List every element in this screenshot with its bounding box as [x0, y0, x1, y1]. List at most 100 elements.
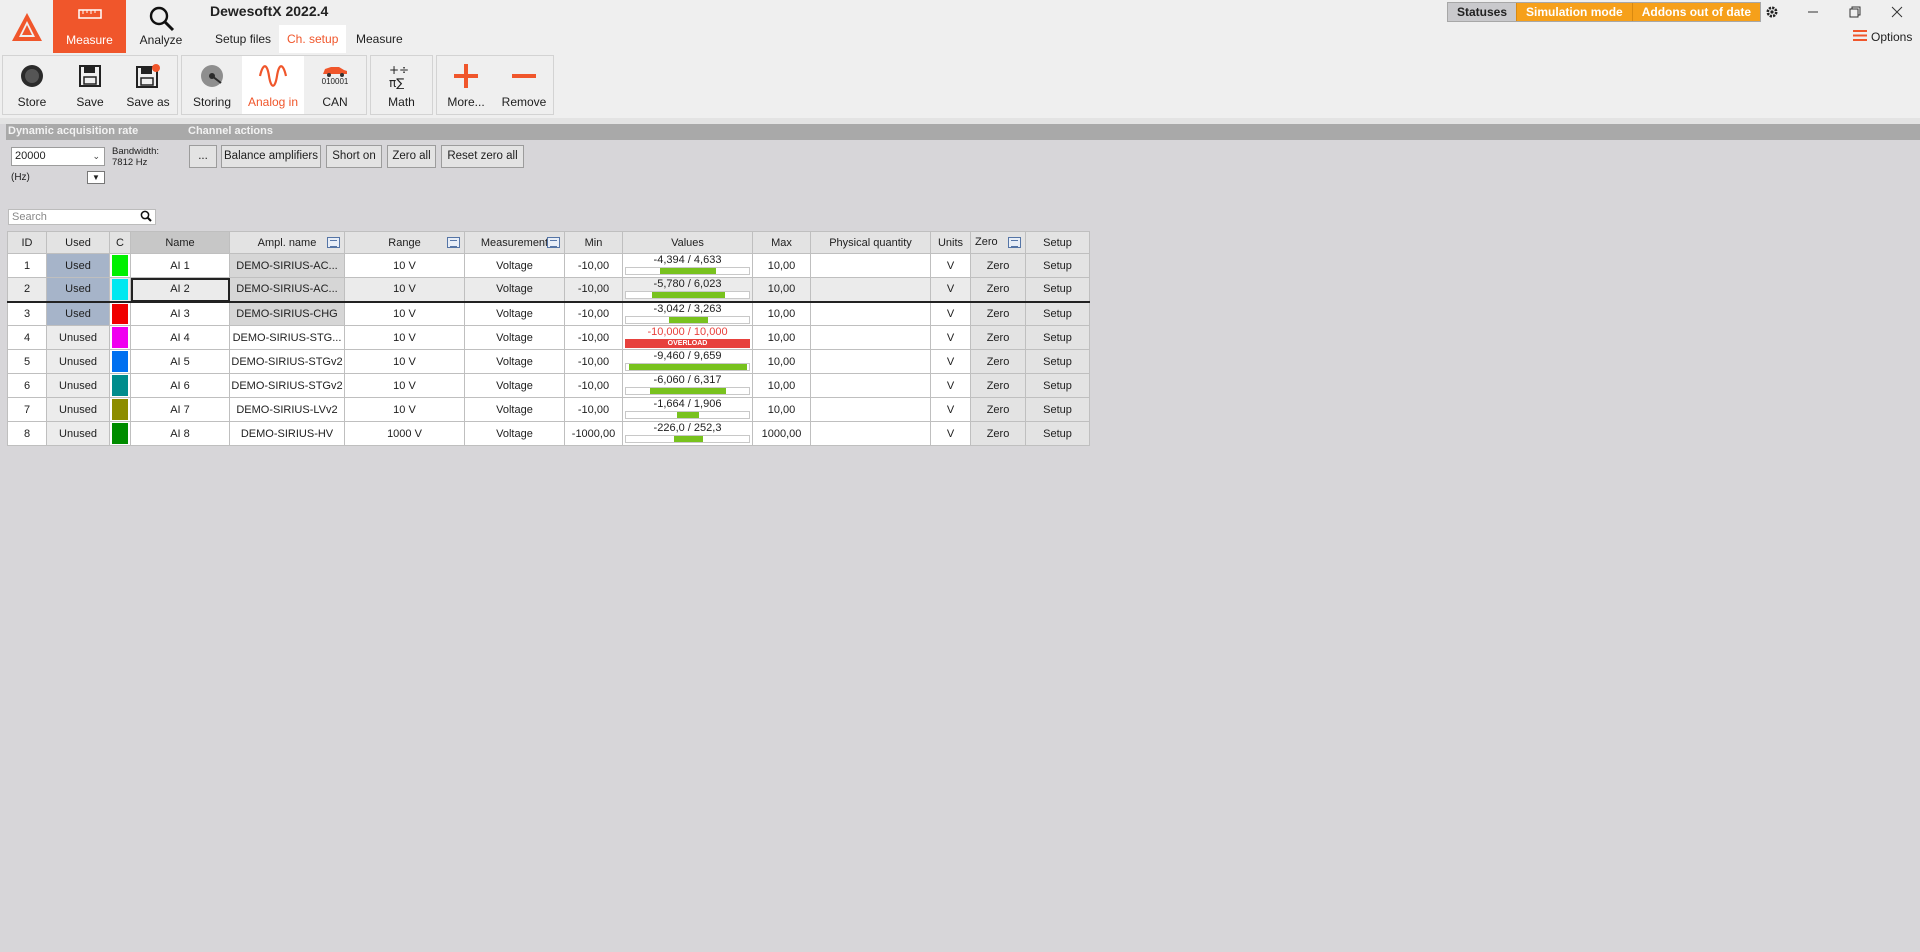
cell-units[interactable]: V: [930, 277, 971, 302]
cell-ampl-name[interactable]: DEMO-SIRIUS-CHG: [229, 301, 345, 326]
cell-measurement[interactable]: Voltage: [464, 421, 565, 446]
subtab-measure[interactable]: Measure: [348, 25, 411, 53]
cell-measurement[interactable]: Voltage: [464, 373, 565, 398]
cell-color[interactable]: [109, 277, 131, 302]
cell-range[interactable]: 10 V: [344, 349, 465, 374]
table-row[interactable]: 1 Used AI 1 DEMO-SIRIUS-AC... 10 V Voltage -10…: [7, 253, 1090, 278]
cell-physical-quantity[interactable]: [810, 277, 931, 302]
setup-button[interactable]: Setup: [1025, 373, 1090, 398]
store-button[interactable]: Store: [3, 56, 61, 114]
cell-range[interactable]: 10 V: [344, 277, 465, 302]
cell-id[interactable]: 5: [7, 349, 47, 374]
cell-min[interactable]: -10,00: [564, 277, 623, 302]
cell-max[interactable]: 1000,00: [752, 421, 811, 446]
col-setup[interactable]: Setup: [1025, 231, 1090, 254]
rate-unit-dropdown[interactable]: ▼: [87, 171, 105, 184]
cell-range[interactable]: 1000 V: [344, 421, 465, 446]
cell-min[interactable]: -1000,00: [564, 421, 623, 446]
table-row[interactable]: 8 Unused AI 8 DEMO-SIRIUS-HV 1000 V Voltage -1…: [7, 421, 1090, 446]
zero-button[interactable]: Zero: [970, 373, 1026, 398]
search-input[interactable]: Search: [8, 209, 156, 225]
cell-min[interactable]: -10,00: [564, 349, 623, 374]
table-row[interactable]: 7 Unused AI 7 DEMO-SIRIUS-LVv2 10 V Voltage -1…: [7, 397, 1090, 422]
cell-units[interactable]: V: [930, 373, 971, 398]
col-min[interactable]: Min: [564, 231, 623, 254]
cell-id[interactable]: 2: [7, 277, 47, 302]
statuses-button[interactable]: Statuses: [1448, 3, 1517, 21]
more-button[interactable]: More...: [437, 56, 495, 114]
main-tab-measure[interactable]: Measure: [53, 0, 126, 53]
minimize-icon[interactable]: [1798, 2, 1828, 22]
gear-icon[interactable]: [1757, 2, 1787, 22]
cell-min[interactable]: -10,00: [564, 253, 623, 278]
cell-ampl-name[interactable]: DEMO-SIRIUS-AC...: [229, 277, 345, 302]
save-as-button[interactable]: Save as: [119, 56, 177, 114]
cell-name[interactable]: AI 2: [130, 277, 230, 302]
cell-physical-quantity[interactable]: [810, 373, 931, 398]
setup-button[interactable]: Setup: [1025, 277, 1090, 302]
zero-button[interactable]: Zero: [970, 253, 1026, 278]
zero-button[interactable]: Zero: [970, 397, 1026, 422]
cell-units[interactable]: V: [930, 301, 971, 326]
dewesoft-logo[interactable]: [0, 0, 53, 53]
balance-amplifiers-button[interactable]: Balance amplifiers: [221, 145, 321, 168]
cell-physical-quantity[interactable]: [810, 325, 931, 350]
cell-color[interactable]: [109, 253, 131, 278]
cell-units[interactable]: V: [930, 325, 971, 350]
remove-button[interactable]: Remove: [495, 56, 553, 114]
cell-range[interactable]: 10 V: [344, 253, 465, 278]
cell-used-toggle[interactable]: Used: [46, 277, 110, 302]
cell-max[interactable]: 10,00: [752, 301, 811, 326]
subtab-setup-files[interactable]: Setup files: [207, 25, 279, 53]
cell-used-toggle[interactable]: Unused: [46, 325, 110, 350]
cell-color[interactable]: [109, 373, 131, 398]
cell-max[interactable]: 10,00: [752, 325, 811, 350]
cell-units[interactable]: V: [930, 397, 971, 422]
options-button[interactable]: Options: [1853, 30, 1912, 44]
cell-ampl-name[interactable]: DEMO-SIRIUS-STGv2: [229, 349, 345, 374]
cell-id[interactable]: 3: [7, 301, 47, 326]
column-options-icon[interactable]: [1008, 237, 1021, 248]
table-row[interactable]: 3 Used AI 3 DEMO-SIRIUS-CHG 10 V Voltage -10,0…: [7, 301, 1090, 326]
cell-measurement[interactable]: Voltage: [464, 253, 565, 278]
main-tab-analyze[interactable]: Analyze: [126, 0, 196, 53]
cell-name[interactable]: AI 8: [130, 421, 230, 446]
cell-used-toggle[interactable]: Unused: [46, 349, 110, 374]
cell-measurement[interactable]: Voltage: [464, 325, 565, 350]
cell-id[interactable]: 7: [7, 397, 47, 422]
cell-name[interactable]: AI 1: [130, 253, 230, 278]
cell-color[interactable]: [109, 349, 131, 374]
reset-zero-all-button[interactable]: Reset zero all: [441, 145, 524, 168]
channel-actions-more-button[interactable]: ...: [189, 145, 217, 168]
cell-physical-quantity[interactable]: [810, 253, 931, 278]
cell-ampl-name[interactable]: DEMO-SIRIUS-STG...: [229, 325, 345, 350]
cell-range[interactable]: 10 V: [344, 301, 465, 326]
setup-button[interactable]: Setup: [1025, 397, 1090, 422]
cell-id[interactable]: 1: [7, 253, 47, 278]
cell-units[interactable]: V: [930, 421, 971, 446]
cell-color[interactable]: [109, 325, 131, 350]
cell-physical-quantity[interactable]: [810, 397, 931, 422]
cell-name[interactable]: AI 6: [130, 373, 230, 398]
cell-range[interactable]: 10 V: [344, 373, 465, 398]
setup-button[interactable]: Setup: [1025, 349, 1090, 374]
addons-out-of-date-badge[interactable]: Addons out of date: [1631, 3, 1761, 21]
zero-all-button[interactable]: Zero all: [387, 145, 436, 168]
cell-units[interactable]: V: [930, 349, 971, 374]
cell-id[interactable]: 6: [7, 373, 47, 398]
cell-name[interactable]: AI 3: [130, 301, 230, 326]
col-physical-quantity[interactable]: Physical quantity: [810, 231, 931, 254]
cell-range[interactable]: 10 V: [344, 397, 465, 422]
zero-button[interactable]: Zero: [970, 301, 1026, 326]
setup-button[interactable]: Setup: [1025, 421, 1090, 446]
cell-color[interactable]: [109, 397, 131, 422]
cell-id[interactable]: 8: [7, 421, 47, 446]
subtab-ch-setup[interactable]: Ch. setup: [279, 25, 347, 53]
cell-name[interactable]: AI 4: [130, 325, 230, 350]
cell-min[interactable]: -10,00: [564, 301, 623, 326]
setup-button[interactable]: Setup: [1025, 301, 1090, 326]
col-max[interactable]: Max: [752, 231, 811, 254]
zero-button[interactable]: Zero: [970, 277, 1026, 302]
close-icon[interactable]: [1882, 2, 1912, 22]
cell-physical-quantity[interactable]: [810, 421, 931, 446]
